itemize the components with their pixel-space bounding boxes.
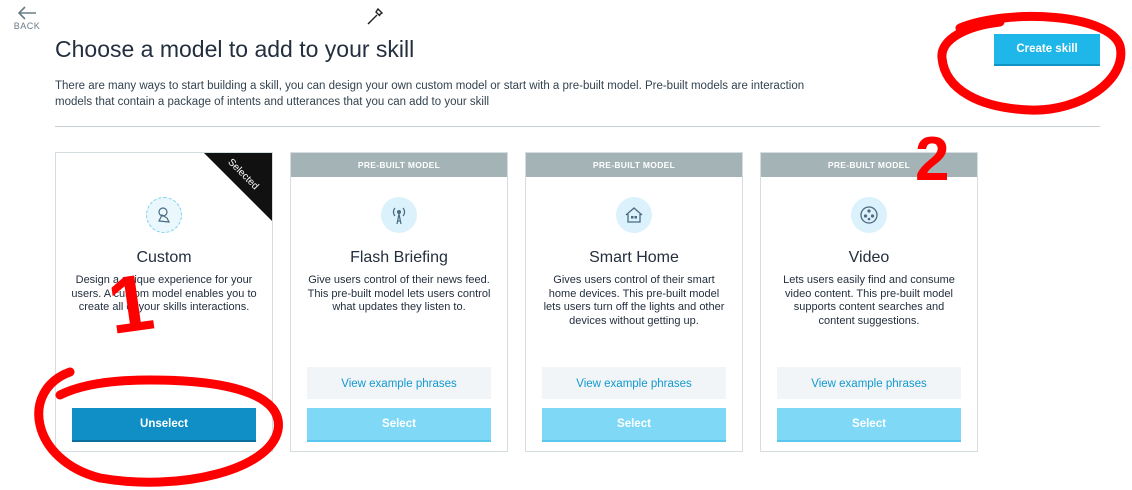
select-button[interactable]: Select bbox=[542, 408, 726, 442]
page-title: Choose a model to add to your skill bbox=[55, 36, 415, 62]
model-card-video[interactable]: PRE-BUILT MODEL Video Lets users easily … bbox=[760, 152, 978, 452]
page-description: There are many ways to start building a … bbox=[55, 80, 805, 108]
card-title: Smart Home bbox=[589, 249, 679, 266]
create-skill-button[interactable]: Create skill bbox=[994, 34, 1100, 64]
view-example-phrases-button[interactable]: View example phrases bbox=[777, 367, 961, 399]
unselect-button[interactable]: Unselect bbox=[72, 408, 256, 442]
card-description: Gives users control of their smart home … bbox=[543, 274, 725, 327]
back-label: BACK bbox=[13, 21, 41, 31]
house-icon bbox=[616, 197, 652, 233]
card-header: PRE-BUILT MODEL bbox=[526, 153, 742, 177]
card-description: Give users control of their news feed. T… bbox=[307, 274, 491, 313]
card-title: Custom bbox=[136, 249, 192, 266]
eyedropper-icon bbox=[367, 7, 384, 25]
select-button[interactable]: Select bbox=[307, 408, 491, 442]
card-description: Lets users easily find and consume video… bbox=[783, 274, 955, 327]
card-title: Flash Briefing bbox=[350, 249, 448, 266]
card-title: Video bbox=[848, 249, 890, 266]
arrow-left-icon bbox=[17, 6, 36, 20]
card-description: Design a unique experience for your user… bbox=[71, 274, 257, 313]
film-reel-icon bbox=[851, 197, 887, 233]
select-button[interactable]: Select bbox=[777, 408, 961, 442]
back-button[interactable]: BACK bbox=[12, 6, 42, 31]
view-example-phrases-button[interactable]: View example phrases bbox=[307, 367, 491, 399]
model-card-custom[interactable]: Selected Custom Design a unique experien… bbox=[55, 152, 273, 452]
model-card-flash-briefing[interactable]: PRE-BUILT MODEL Flash Briefing Give user… bbox=[290, 152, 508, 452]
model-card-smart-home[interactable]: PRE-BUILT MODEL Smart Home Gives users c… bbox=[525, 152, 743, 452]
custom-model-icon bbox=[146, 197, 182, 233]
view-example-phrases-button[interactable]: View example phrases bbox=[542, 367, 726, 399]
divider bbox=[55, 126, 1100, 127]
broadcast-icon bbox=[381, 197, 417, 233]
card-header: PRE-BUILT MODEL bbox=[291, 153, 507, 177]
card-header: PRE-BUILT MODEL bbox=[761, 153, 977, 177]
